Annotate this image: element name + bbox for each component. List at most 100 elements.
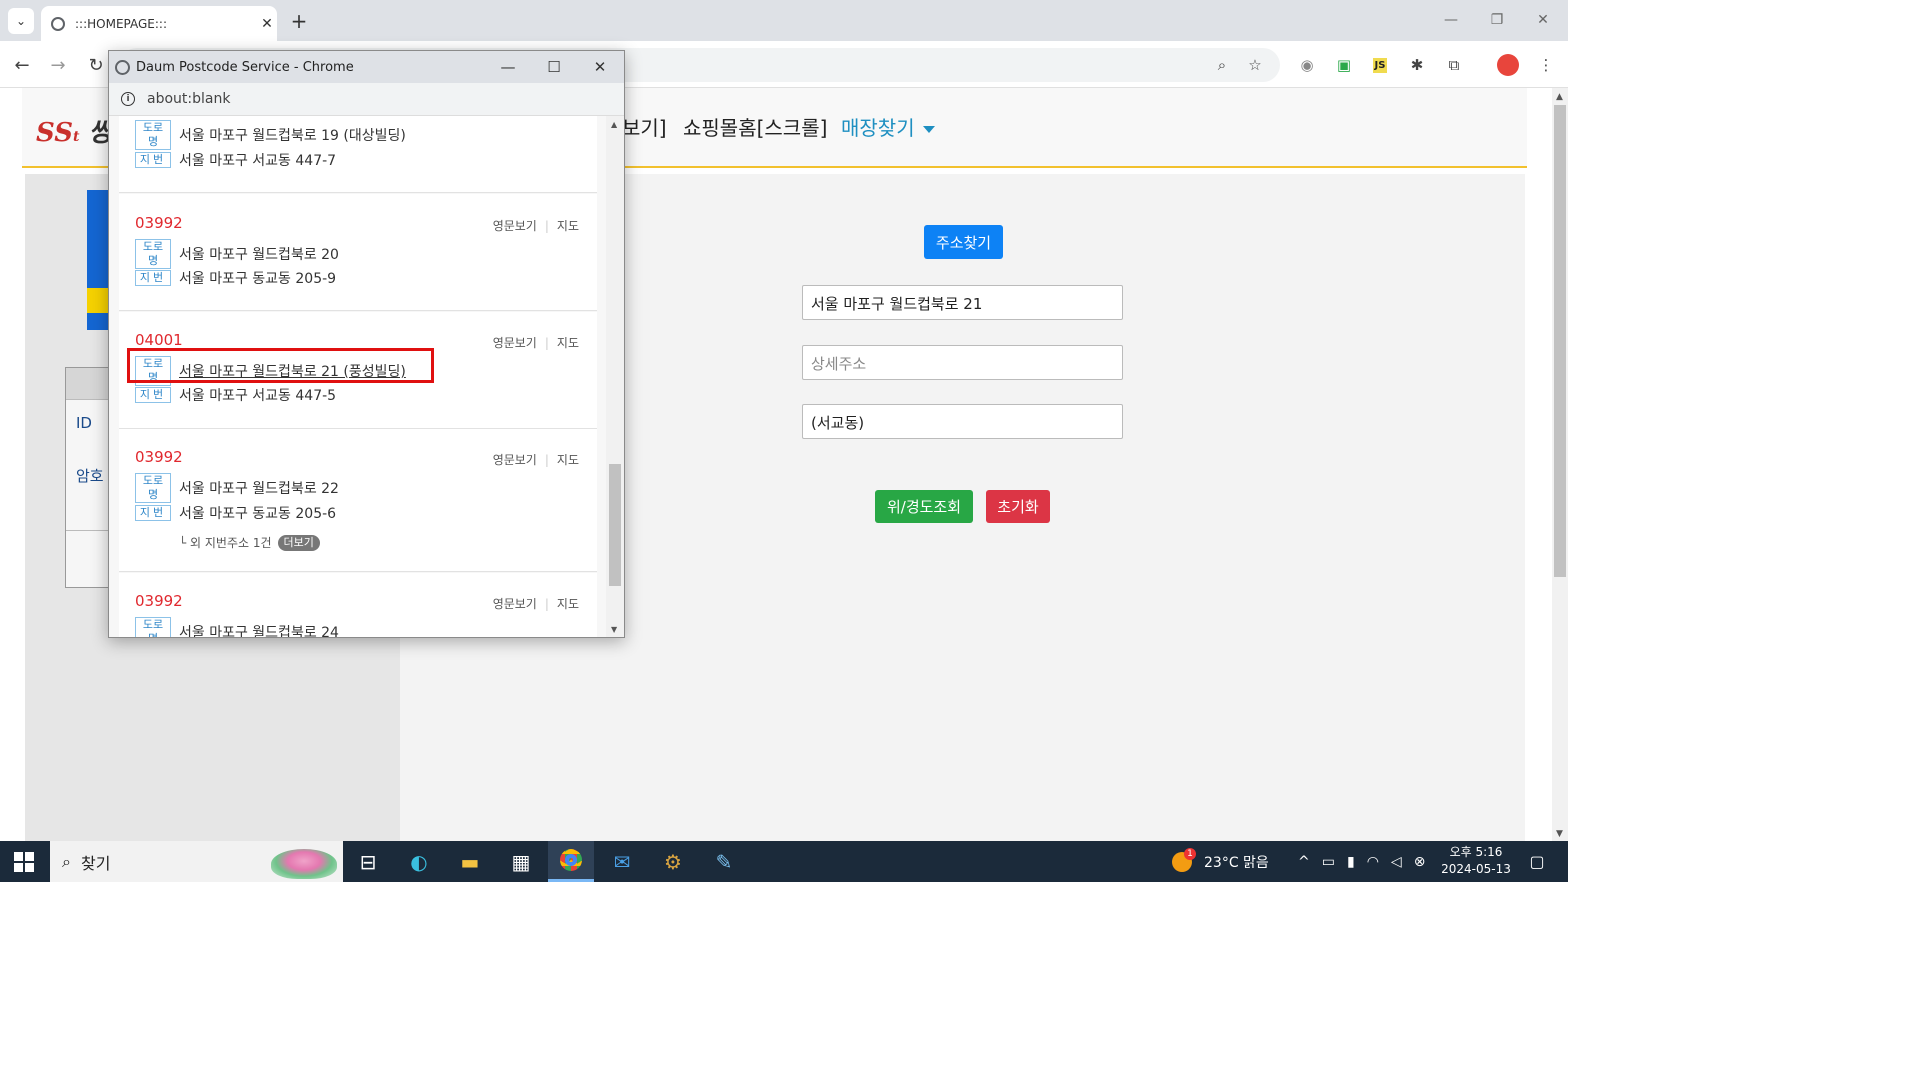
task-view-icon[interactable]: ⊟ [345,841,391,882]
bug-extension-icon[interactable]: ✱ [1405,53,1429,77]
jibun-address-row[interactable]: 지번 서울 마포구 서교동 447-5 [135,385,336,405]
english-link[interactable]: 영문보기 [493,219,537,233]
back-icon[interactable]: ← [8,51,36,79]
english-link[interactable]: 영문보기 [493,453,537,467]
list-item[interactable]: 03992 영문보기|지도 도로명 서울 마포구 월드컵북로 24 [119,573,597,637]
zoom-icon[interactable]: ⌕ [1210,53,1234,77]
page-scrollbar[interactable]: ▲ ▼ [1552,88,1568,841]
map-link[interactable]: 지도 [557,453,579,467]
scroll-up-icon[interactable]: ▲ [611,120,617,129]
map-link[interactable]: 지도 [557,219,579,233]
clock[interactable]: 오후 5:16 2024-05-13 [1438,844,1514,878]
scroll-down-icon[interactable]: ▼ [1556,829,1563,839]
info-icon[interactable]: i [121,92,135,106]
zip-code[interactable]: 03992 [135,592,183,610]
tab-search-button[interactable]: ⌄ [8,8,34,34]
road-address-row[interactable]: 도로명 서울 마포구 월드컵북로 19 (대상빌딩) [135,120,406,150]
caret-down-icon [922,126,935,133]
scrollbar-thumb[interactable] [1554,105,1566,577]
scrollbar-thumb[interactable] [609,464,621,586]
zip-code[interactable]: 04001 [135,331,183,349]
detail-address-field[interactable]: 상세주소 [802,345,1123,380]
mail-icon[interactable]: ✉ [599,841,645,882]
edge-icon[interactable]: ◐ [396,841,442,882]
volume-icon[interactable]: ◁ [1391,854,1402,870]
nav-item-shopping[interactable]: 쇼핑몰홈[스크롤] [683,112,827,141]
puzzle-extensions-icon[interactable]: ⧉ [1442,53,1466,77]
menu-kebab-icon[interactable]: ⋮ [1534,53,1558,77]
new-tab-button[interactable]: + [288,8,310,34]
jibun-address[interactable]: 서울 마포구 동교동 205-6 [179,503,336,523]
english-link[interactable]: 영문보기 [493,336,537,350]
weather-sun-icon: 1 [1172,847,1196,872]
file-explorer-icon[interactable]: ▬ [447,841,493,882]
jibun-address-row[interactable]: 지번 서울 마포구 동교동 205-6 [135,503,336,523]
tab-close-icon[interactable]: ✕ [257,16,277,32]
popup-minimize-button[interactable]: — [485,51,531,83]
popup-close-button[interactable]: ✕ [577,51,623,83]
english-link[interactable]: 영문보기 [493,597,537,611]
weather-widget[interactable]: 1 23°C 맑음 [1172,841,1269,882]
road-address-row[interactable]: 도로명 서울 마포구 월드컵북로 20 [135,239,339,269]
zip-code[interactable]: 03992 [135,448,183,466]
postcode-results-list: 도로명 서울 마포구 월드컵북로 19 (대상빌딩) 지번 서울 마포구 서교동… [109,116,624,637]
browser-tab[interactable]: :::HOMEPAGE::: ✕ [41,6,277,41]
jibun-address[interactable]: 서울 마포구 동교동 205-9 [179,268,336,288]
notification-badge: 1 [1184,847,1196,860]
road-address[interactable]: 서울 마포구 월드컵북로 19 (대상빌딩) [179,125,406,145]
wifi-icon[interactable]: ◠ [1367,854,1379,870]
windows-start-icon[interactable] [14,852,34,872]
bookmark-star-icon[interactable]: ☆ [1243,53,1267,77]
jibun-address-row[interactable]: 지번 서울 마포구 서교동 447-7 [135,150,336,170]
extra-address-field[interactable]: (서교동) [802,404,1123,439]
jibun-address[interactable]: 서울 마포구 서교동 447-5 [179,385,336,405]
forward-icon[interactable]: → [44,51,72,79]
latlng-lookup-button[interactable]: 위/경도조회 [875,490,973,523]
nav-item-store-dropdown[interactable]: 매장찾기 [841,112,935,141]
id-label: ID [76,414,92,432]
road-address[interactable]: 서울 마포구 월드컵북로 22 [179,478,339,498]
settings-gear-icon[interactable]: ⚙ [650,841,696,882]
reload-icon[interactable]: ↻ [82,51,110,79]
lotus-decoration-icon [271,849,337,879]
meet-icon[interactable]: ▭ [1322,854,1335,870]
popup-maximize-button[interactable]: ☐ [531,51,577,83]
reset-button[interactable]: 초기화 [986,490,1050,523]
zip-code[interactable]: 03992 [135,214,183,232]
map-link[interactable]: 지도 [557,597,579,611]
list-item[interactable]: 03992 영문보기 | 지도 도로명 서울 마포구 월드컵북로 22 지번 서울 … [119,429,597,572]
popup-scrollbar[interactable]: ▲ ▼ [606,116,624,637]
list-item[interactable]: 03992 영문보기 | 지도 도로명 서울 마포구 월드컵북로 20 지번 서울 … [119,194,597,311]
map-link[interactable]: 지도 [557,336,579,350]
close-window-button[interactable]: ✕ [1520,6,1566,34]
jibun-address-row[interactable]: 지번 서울 마포구 동교동 205-9 [135,268,336,288]
paint-icon[interactable]: ✎ [701,841,747,882]
minimize-button[interactable]: — [1428,6,1474,34]
road-address-row[interactable]: 도로명 서울 마포구 월드컵북로 24 [135,617,339,637]
mute-status-icon[interactable]: ⊗ [1414,854,1426,870]
search-text: 찾기 [80,853,111,873]
find-address-button[interactable]: 주소찾기 [924,225,1003,259]
nav-item-partial[interactable]: 보기] [622,112,667,141]
road-address[interactable]: 서울 마포구 월드컵북로 20 [179,244,339,264]
scroll-up-icon[interactable]: ▲ [1556,92,1563,102]
more-button[interactable]: 더보기 [277,534,320,551]
js-extension-icon[interactable]: JS [1368,53,1392,77]
store-icon[interactable]: ▦ [498,841,544,882]
battery-icon[interactable]: ▮ [1347,854,1355,870]
extension-green-icon[interactable]: ▣ [1332,53,1356,77]
scroll-down-icon[interactable]: ▼ [611,625,617,634]
chrome-icon[interactable] [548,841,594,882]
notification-center-icon[interactable]: ▢ [1514,841,1560,882]
restore-button[interactable]: ❐ [1474,6,1520,34]
taskbar-search[interactable]: ⌕ 찾기 [50,841,343,882]
road-address[interactable]: 서울 마포구 월드컵북로 24 [179,622,339,637]
profile-avatar[interactable] [1496,53,1520,77]
chevron-up-icon[interactable]: ^ [1298,854,1310,870]
jibun-address[interactable]: 서울 마포구 서교동 447-7 [179,150,336,170]
extension-icon[interactable]: ◉ [1295,53,1319,77]
list-item[interactable]: 도로명 서울 마포구 월드컵북로 19 (대상빌딩) 지번 서울 마포구 서교동… [119,116,597,193]
globe-icon [51,16,65,31]
road-address-field[interactable]: 서울 마포구 월드컵북로 21 [802,285,1123,320]
road-address-row[interactable]: 도로명 서울 마포구 월드컵북로 22 [135,473,339,503]
